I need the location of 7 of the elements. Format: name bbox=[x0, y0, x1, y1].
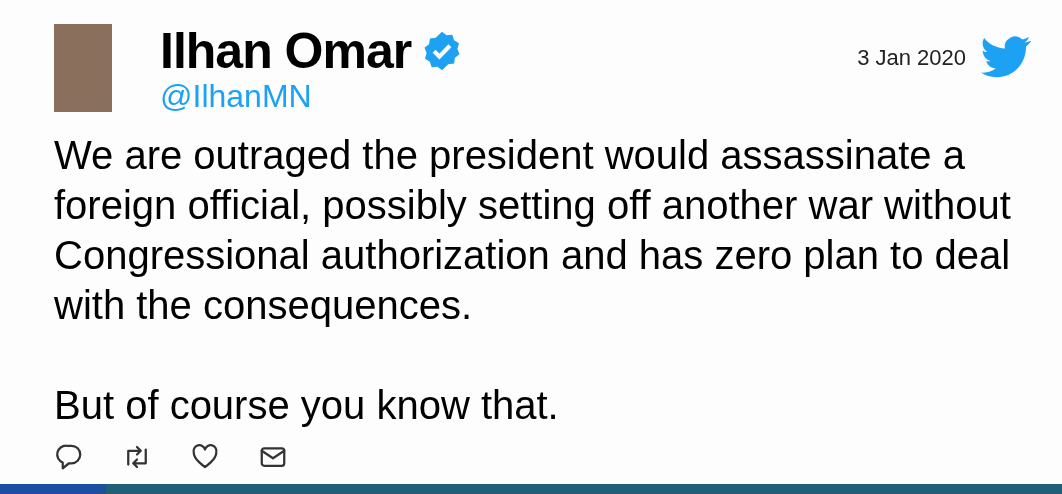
author-name: Ilhan Omar bbox=[160, 24, 412, 78]
author-handle[interactable]: @IlhanMN bbox=[160, 78, 464, 114]
tweet-text: We are outraged the president would assassinate a foreign official, possibly setting off another war without Congressional authorization and has zero plan to deal with the consequences. bbox=[54, 132, 1012, 329]
tweet-date: 3 Jan 2020 bbox=[857, 43, 966, 72]
tweet-text: But of course you know that. bbox=[54, 382, 560, 429]
reply-icon[interactable] bbox=[54, 442, 84, 472]
bird-logo-icon bbox=[980, 36, 1032, 78]
